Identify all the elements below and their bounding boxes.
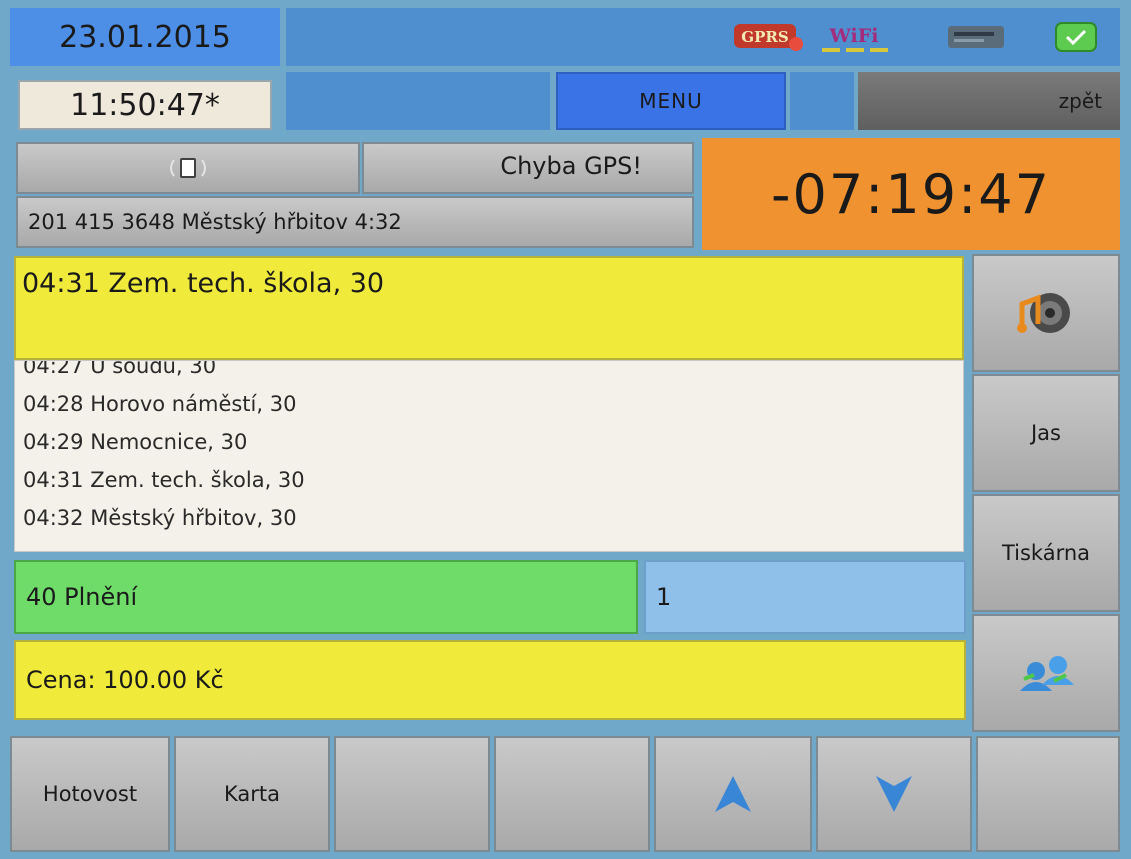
- arrow-down-icon: [872, 772, 916, 816]
- fare-count-text: 1: [656, 583, 672, 611]
- list-item[interactable]: 04:28 Horovo náměstí, 30: [23, 385, 305, 423]
- menu-button[interactable]: MENU: [556, 72, 786, 130]
- scroll-down-button[interactable]: [816, 736, 972, 852]
- time-text: 11:50:47*: [70, 87, 220, 123]
- route-line-panel: 201 415 3648 Městský hřbitov 4:32: [16, 196, 694, 248]
- card-label: Karta: [223, 782, 280, 806]
- toolbar-blank-2: [790, 72, 854, 130]
- scroll-up-button[interactable]: [654, 736, 812, 852]
- users-icon: [1014, 651, 1078, 695]
- list-item[interactable]: 04:31 Zem. tech. škola, 30: [23, 461, 305, 499]
- speaker-icon: [1016, 288, 1076, 338]
- wifi-text: WiFi: [829, 25, 879, 47]
- wifi-icon: WiFi: [816, 20, 896, 56]
- date-panel: 23.01.2015: [10, 8, 280, 66]
- brightness-button[interactable]: Jas: [972, 374, 1120, 492]
- list-item[interactable]: 04:27 U soudu, 30: [23, 361, 305, 385]
- empty-button-1[interactable]: [334, 736, 490, 852]
- indicator-panel: [16, 142, 360, 194]
- empty-button-2[interactable]: [494, 736, 650, 852]
- back-button[interactable]: zpět: [858, 72, 1120, 130]
- list-item[interactable]: 04:32 Městský hřbitov, 30: [23, 499, 305, 537]
- sound-button[interactable]: [972, 254, 1120, 372]
- gps-status-panel: Chyba GPS!: [362, 142, 694, 194]
- users-button[interactable]: [972, 614, 1120, 732]
- price-text: Cena: 100.00 Kč: [26, 666, 224, 694]
- menu-label: MENU: [639, 89, 703, 113]
- document-icon: [166, 156, 210, 180]
- fare-type-text: 40 Plnění: [26, 583, 138, 611]
- fare-count-panel[interactable]: 1: [644, 560, 966, 634]
- arrow-up-icon: [711, 772, 755, 816]
- cash-button[interactable]: Hotovost: [10, 736, 170, 852]
- countdown-text: -07:19:47: [770, 162, 1051, 226]
- route-line-text: 201 415 3648 Městský hřbitov 4:32: [28, 210, 402, 234]
- back-label: zpět: [1058, 89, 1102, 113]
- gprs-text: GPRS: [741, 28, 788, 46]
- status-bar: GPRS WiFi: [286, 8, 1120, 66]
- list-item[interactable]: 04:29 Nemocnice, 30: [23, 423, 305, 461]
- countdown-panel: -07:19:47: [702, 138, 1120, 250]
- time-panel: 11:50:47*: [18, 80, 272, 130]
- fare-type-panel[interactable]: 40 Plnění: [14, 560, 638, 634]
- current-stop-panel: 04:31 Zem. tech. škola, 30: [14, 256, 964, 360]
- date-text: 23.01.2015: [59, 19, 231, 55]
- price-panel: Cena: 100.00 Kč: [14, 640, 966, 720]
- printer-label: Tiskárna: [1001, 541, 1091, 565]
- gps-status-text: Chyba GPS!: [500, 152, 642, 180]
- cash-label: Hotovost: [42, 782, 138, 806]
- card-button[interactable]: Karta: [174, 736, 330, 852]
- printer-button[interactable]: Tiskárna: [972, 494, 1120, 612]
- battery-ok-icon: [1050, 20, 1102, 54]
- empty-button-3[interactable]: [976, 736, 1120, 852]
- gprs-icon: GPRS: [734, 22, 808, 52]
- brightness-label: Jas: [1030, 421, 1061, 445]
- current-stop-text: 04:31 Zem. tech. škola, 30: [22, 268, 385, 299]
- toolbar-blank-1: [286, 72, 550, 130]
- card-reader-icon: [946, 22, 1010, 52]
- stop-list[interactable]: 04:27 U soudu, 30 04:28 Horovo náměstí, …: [14, 360, 964, 552]
